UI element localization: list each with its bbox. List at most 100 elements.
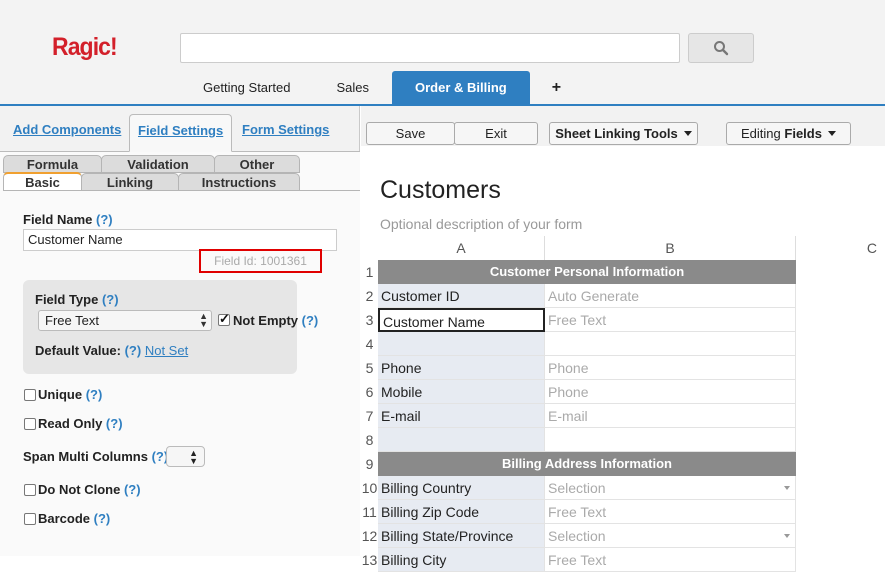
form-description[interactable]: Optional description of your form bbox=[380, 216, 582, 232]
default-value-help[interactable]: (?) bbox=[125, 343, 142, 358]
row-number: 5 bbox=[361, 356, 378, 380]
unique-checkbox[interactable] bbox=[24, 389, 36, 401]
field-name-label: Field Name (?) bbox=[23, 212, 113, 227]
search-icon bbox=[714, 41, 729, 56]
do-not-clone-checkbox[interactable] bbox=[24, 484, 36, 496]
field-value-cell[interactable] bbox=[545, 332, 796, 356]
subtab-linking[interactable]: Linking bbox=[81, 173, 179, 191]
span-columns-select[interactable]: ▲ ▼ bbox=[166, 446, 205, 467]
select-arrows-icon: ▲ ▼ bbox=[189, 448, 198, 466]
field-label-cell[interactable] bbox=[378, 428, 545, 452]
field-label-cell[interactable]: E-mail bbox=[378, 404, 545, 428]
row-number: 4 bbox=[361, 332, 378, 356]
search-input[interactable] bbox=[180, 33, 680, 63]
design-tab-bar: Add Components Field Settings Form Setti… bbox=[0, 114, 360, 152]
section-header[interactable]: Customer Personal Information bbox=[378, 260, 796, 284]
row-number: 11 bbox=[361, 500, 378, 524]
editor-toolbar: Save Exit Sheet Linking Tools Editing Fi… bbox=[361, 106, 885, 146]
subtab-basic[interactable]: Basic bbox=[3, 172, 82, 191]
form-title[interactable]: Customers bbox=[380, 176, 501, 205]
field-label-cell[interactable]: Mobile bbox=[378, 380, 545, 404]
subtab-other[interactable]: Other bbox=[214, 155, 300, 173]
field-name-input[interactable]: Customer Name bbox=[23, 229, 337, 251]
row-number: 3 bbox=[361, 308, 378, 332]
field-value-cell[interactable]: Free Text bbox=[545, 548, 796, 572]
not-empty-help[interactable]: (?) bbox=[302, 313, 319, 328]
row-number: 8 bbox=[361, 428, 378, 452]
do-not-clone-label: Do Not Clone (?) bbox=[38, 482, 141, 497]
field-label-cell[interactable]: Billing Zip Code bbox=[378, 500, 545, 524]
dropdown-caret-icon bbox=[827, 131, 836, 136]
barcode-label: Barcode (?) bbox=[38, 511, 111, 526]
exit-button[interactable]: Exit bbox=[454, 122, 538, 145]
subtab-formula[interactable]: Formula bbox=[3, 155, 102, 173]
row-number: 7 bbox=[361, 404, 378, 428]
tab-order-billing[interactable]: Order & Billing bbox=[391, 71, 530, 104]
field-name-help[interactable]: (?) bbox=[96, 212, 113, 227]
dropdown-caret-icon bbox=[683, 131, 692, 136]
field-value-cell[interactable]: Free Text bbox=[545, 308, 796, 332]
row-number: 9 bbox=[361, 452, 378, 476]
tab-field-settings[interactable]: Field Settings bbox=[129, 114, 233, 152]
section-header[interactable]: Billing Address Information bbox=[378, 452, 796, 476]
read-only-label: Read Only (?) bbox=[38, 416, 123, 431]
span-multi-columns-label: Span Multi Columns (?) bbox=[23, 449, 169, 464]
barcode-checkbox[interactable] bbox=[24, 513, 36, 525]
unique-label: Unique (?) bbox=[38, 387, 103, 402]
field-value-cell[interactable]: Free Text bbox=[545, 500, 796, 524]
barcode-help[interactable]: (?) bbox=[94, 511, 111, 526]
row-number: 13 bbox=[361, 548, 378, 572]
field-id-display: Field Id: 1001361 bbox=[199, 249, 322, 273]
not-empty-checkbox[interactable] bbox=[218, 311, 230, 327]
add-tab-button[interactable]: + bbox=[530, 71, 583, 104]
field-value-cell[interactable]: Selection bbox=[545, 476, 796, 500]
column-header-c[interactable]: C bbox=[796, 236, 885, 260]
field-label-cell[interactable]: Phone bbox=[378, 356, 545, 380]
field-label-cell[interactable]: Billing Country bbox=[378, 476, 545, 500]
row-number: 10 bbox=[361, 476, 378, 500]
field-value-cell[interactable]: Phone bbox=[545, 380, 796, 404]
save-button[interactable]: Save bbox=[366, 122, 455, 145]
field-label-cell[interactable]: Billing State/Province bbox=[378, 524, 545, 548]
field-value-cell[interactable] bbox=[545, 428, 796, 452]
field-value-cell[interactable]: Auto Generate bbox=[545, 284, 796, 308]
unique-help[interactable]: (?) bbox=[86, 387, 103, 402]
default-value-label: Default Value: (?) Not Set bbox=[35, 343, 189, 358]
editing-fields-button[interactable]: Editing Fields bbox=[726, 122, 851, 145]
read-only-checkbox[interactable] bbox=[24, 418, 36, 430]
row-number: 2 bbox=[361, 284, 378, 308]
top-tab-bar: Getting Started Sales Order & Billing + bbox=[180, 71, 583, 104]
field-type-select[interactable]: Free Text ▲ ▼ bbox=[38, 310, 212, 331]
do-not-clone-help[interactable]: (?) bbox=[124, 482, 141, 497]
search-button[interactable] bbox=[688, 33, 754, 63]
app-header: Ragic! Getting Started Sales Order & Bil… bbox=[0, 0, 885, 104]
field-label-cell[interactable] bbox=[378, 332, 545, 356]
field-value-cell[interactable]: Selection bbox=[545, 524, 796, 548]
column-header-b[interactable]: B bbox=[545, 236, 796, 260]
tab-add-components[interactable]: Add Components bbox=[13, 114, 121, 152]
selected-field-label-cell[interactable]: Customer Name bbox=[378, 308, 545, 332]
ragic-logo[interactable]: Ragic! bbox=[52, 33, 118, 62]
tab-form-settings[interactable]: Form Settings bbox=[242, 114, 329, 152]
subtab-instructions[interactable]: Instructions bbox=[178, 173, 300, 191]
tab-sales[interactable]: Sales bbox=[313, 71, 392, 104]
not-empty-label: Not Empty (?) bbox=[233, 313, 319, 328]
form-editor: Save Exit Sheet Linking Tools Editing Fi… bbox=[361, 106, 885, 572]
subtab-validation[interactable]: Validation bbox=[101, 155, 215, 173]
field-type-label: Field Type (?) bbox=[35, 292, 119, 307]
field-value-cell[interactable]: E-mail bbox=[545, 404, 796, 428]
default-value-link[interactable]: Not Set bbox=[145, 343, 188, 358]
row-number: 12 bbox=[361, 524, 378, 548]
subtab-divider bbox=[82, 190, 360, 191]
tab-getting-started[interactable]: Getting Started bbox=[180, 71, 313, 104]
read-only-help[interactable]: (?) bbox=[106, 416, 123, 431]
field-label-cell[interactable]: Billing City bbox=[378, 548, 545, 572]
field-value-cell[interactable]: Phone bbox=[545, 356, 796, 380]
field-type-help[interactable]: (?) bbox=[102, 292, 119, 307]
select-arrows-icon: ▲ ▼ bbox=[199, 311, 208, 329]
row-number: 1 bbox=[361, 260, 378, 284]
sheet-linking-tools-button[interactable]: Sheet Linking Tools bbox=[549, 122, 698, 145]
row-number: 6 bbox=[361, 380, 378, 404]
column-header-a[interactable]: A bbox=[378, 236, 545, 260]
field-label-cell[interactable]: Customer ID bbox=[378, 284, 545, 308]
